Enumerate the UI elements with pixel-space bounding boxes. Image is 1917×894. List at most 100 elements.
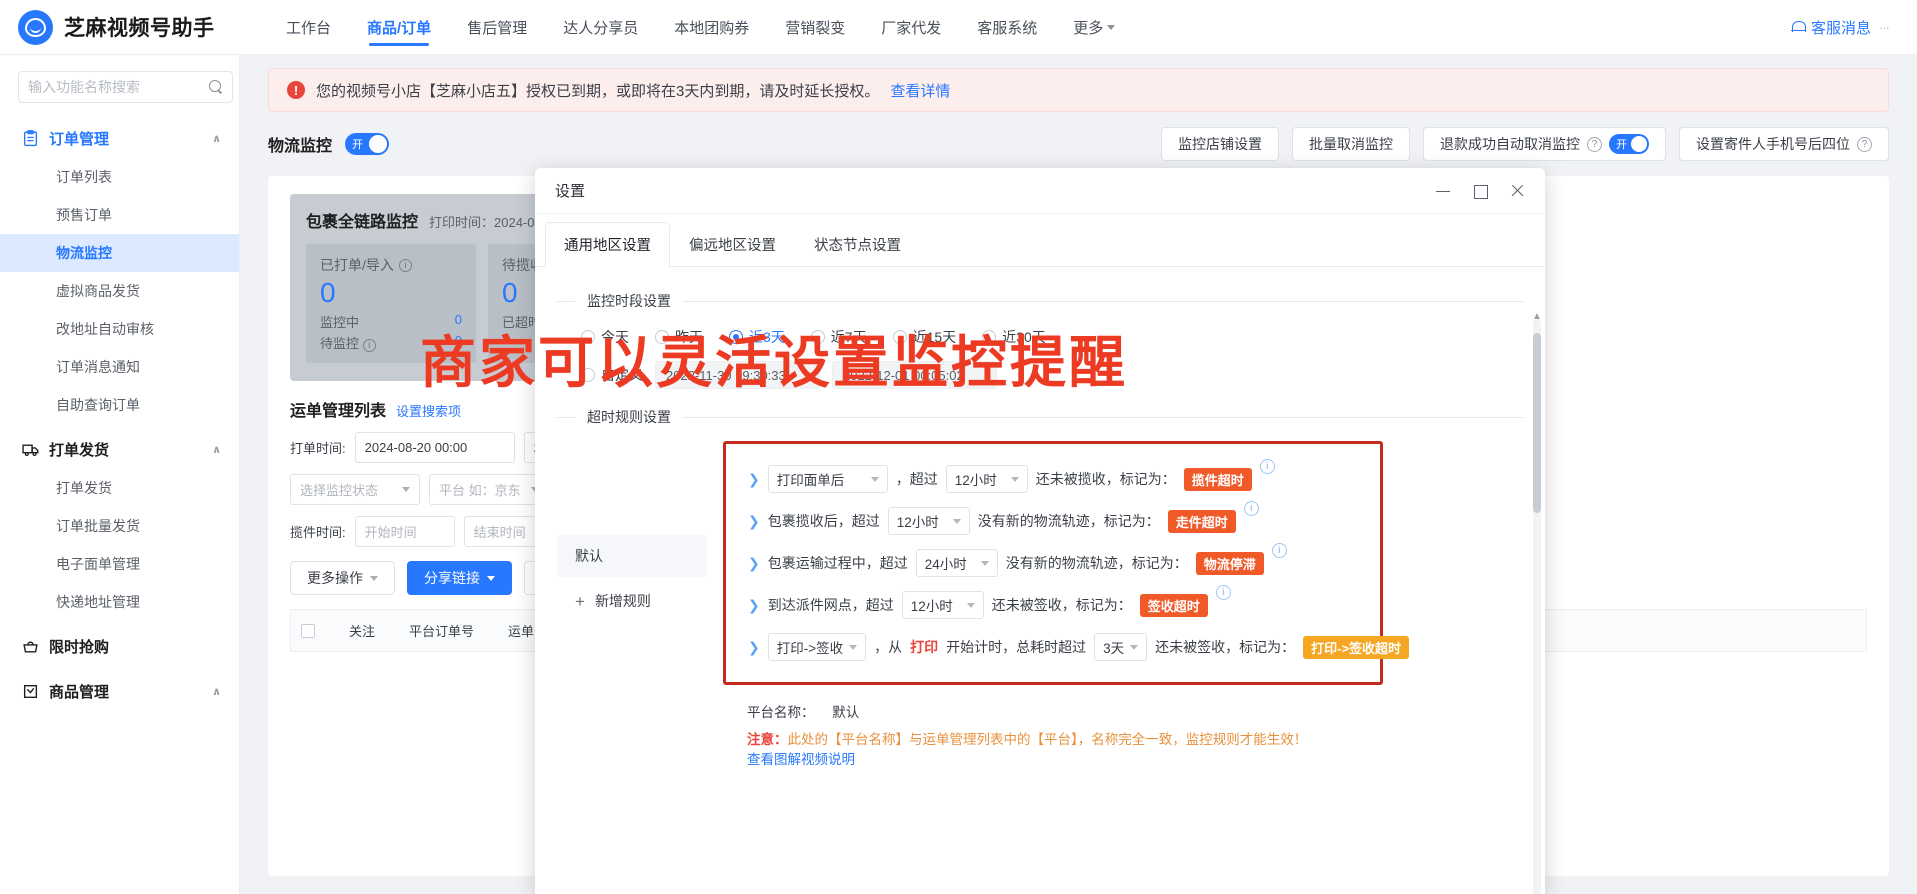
sidebar-group-header-flashsale[interactable]: 限时抢购 xyxy=(0,627,239,666)
info-icon-rule-4[interactable]: i xyxy=(1215,585,1231,600)
info-icon-2[interactable]: i xyxy=(362,338,376,352)
rule-3-duration-select[interactable]: 24小时 xyxy=(915,549,998,577)
sidebar-group-header-products[interactable]: 商品管理 ∧ xyxy=(0,672,239,711)
modal-scrollbar[interactable] xyxy=(1533,319,1541,894)
rule-1-event-select[interactable]: 打印面单后 xyxy=(767,465,888,493)
help-icon[interactable]: ? xyxy=(1587,136,1602,152)
rule-5-text-before2: 开始计时，总耗时超过 xyxy=(946,639,1087,655)
help-icon-2[interactable]: ? xyxy=(1857,136,1872,152)
sidebar-group-header-orders[interactable]: 订单管理 ∧ xyxy=(0,119,239,158)
info-icon-rule-1[interactable]: i xyxy=(1259,459,1275,474)
chevron-right-icon-2[interactable]: ❯ xyxy=(748,513,760,530)
brand[interactable]: 芝麻视频号助手 xyxy=(0,9,240,45)
topnav-item-dropshipping[interactable]: 厂家代发 xyxy=(881,0,941,55)
rule-5-duration-value: 3天 xyxy=(1103,641,1125,656)
sidebar-group-label-shipping: 打单发货 xyxy=(49,442,110,459)
search-icon[interactable] xyxy=(209,80,223,94)
radio-last-30-days[interactable]: 近30天 xyxy=(982,327,1046,347)
sender-phone-suffix-button[interactable]: 设置寄件人手机号后四位 ? xyxy=(1679,127,1889,161)
add-rule-label: 新增规则 xyxy=(594,593,651,609)
topnav-item-products-orders[interactable]: 商品/订单 xyxy=(367,0,431,55)
sidebar-item-express-address[interactable]: 快递地址管理 xyxy=(0,583,239,621)
modal-scrollbar-thumb[interactable] xyxy=(1533,333,1541,513)
rule-row-2: ❯ 包裹揽收后，超过 12小时 没有新的物流轨迹，标记为： 走件超时 i xyxy=(748,500,1368,542)
rules-sidebar: 默认 + 新增规则 xyxy=(557,535,707,611)
sidebar-item-logistics-monitor[interactable]: 物流监控 xyxy=(0,234,239,272)
radio-today[interactable]: 今天 xyxy=(581,327,629,347)
app-root: 芝麻视频号助手 工作台 商品/订单 售后管理 达人分享员 本地团购券 营销裂变 … xyxy=(0,0,1917,894)
radio-yesterday[interactable]: 昨天 xyxy=(655,327,703,347)
search-input[interactable] xyxy=(28,79,209,95)
rule-3-duration-value: 24小时 xyxy=(924,557,967,572)
info-icon[interactable]: i xyxy=(398,258,412,272)
package-monitor-title: 包裹全链路监控 xyxy=(306,214,419,231)
close-icon[interactable] xyxy=(1509,183,1525,199)
video-guide-link[interactable]: 查看图解视频说明 xyxy=(747,748,1523,768)
tab-status-node[interactable]: 状态节点设置 xyxy=(795,222,920,266)
custom-start-datetime[interactable]: 2022-11-30 19:30:33 xyxy=(655,361,820,389)
radio-last-7-days[interactable]: 近7天 xyxy=(810,327,867,347)
rule-5-event-select[interactable]: 打印->签收 xyxy=(767,633,867,661)
sidebar-item-address-auto-review[interactable]: 改地址自动审核 xyxy=(0,310,239,348)
sidebar-item-virtual-shipping[interactable]: 虚拟商品发货 xyxy=(0,272,239,310)
sidebar-item-ewaybill-management[interactable]: 电子面单管理 xyxy=(0,545,239,583)
modal-body: 监控时段设置 今天 昨天 近3天 近7天 近15天 近30天 自定义 2022-… xyxy=(535,267,1545,894)
rule-4-duration-select[interactable]: 12小时 xyxy=(901,591,984,619)
monitor-status-select[interactable]: 选择监控状态 xyxy=(290,474,420,505)
stat-key-monitoring: 监控中 xyxy=(320,315,360,330)
sidebar-item-order-notifications[interactable]: 订单消息通知 xyxy=(0,348,239,386)
pickup-start-input[interactable]: 开始时间 xyxy=(354,516,455,547)
topnav-item-customer-service[interactable]: 客服系统 xyxy=(977,0,1037,55)
add-rule-button[interactable]: + 新增规则 xyxy=(557,577,707,611)
topnav-item-aftersales[interactable]: 售后管理 xyxy=(467,0,527,55)
radio-dot-yesterday xyxy=(655,330,669,344)
chevron-right-icon-1[interactable]: ❯ xyxy=(748,471,760,488)
info-icon-rule-3[interactable]: i xyxy=(1271,543,1287,558)
more-operations-button[interactable]: 更多操作 xyxy=(290,561,395,595)
rule-2-duration-select[interactable]: 12小时 xyxy=(887,507,970,535)
share-link-button[interactable]: 分享链接 xyxy=(407,561,512,595)
topnav-item-influencer[interactable]: 达人分享员 xyxy=(563,0,638,55)
tab-remote-region[interactable]: 偏远地区设置 xyxy=(670,222,795,266)
batch-cancel-monitor-button[interactable]: 批量取消监控 xyxy=(1292,127,1410,161)
rule-1-duration-select[interactable]: 12小时 xyxy=(945,465,1028,493)
radio-last-3-days[interactable]: 近3天 xyxy=(729,327,785,347)
logistics-monitor-toggle[interactable]: 开 xyxy=(345,133,390,155)
platform-select[interactable]: 平台 如：京东 xyxy=(429,474,549,505)
alert-detail-link[interactable]: 查看详情 xyxy=(890,80,950,101)
chevron-right-icon-3[interactable]: ❯ xyxy=(748,555,760,572)
print-time-start-input[interactable]: 2024-08-20 00:00 xyxy=(354,432,515,463)
sidebar-item-print-ship[interactable]: 打单发货 xyxy=(0,469,239,507)
radio-dot-last-7-days xyxy=(810,330,825,344)
radio-custom[interactable]: 自定义 xyxy=(581,365,643,385)
sidebar-item-order-list[interactable]: 订单列表 xyxy=(0,158,239,196)
refund-auto-cancel-monitor-button[interactable]: 退款成功自动取消监控 ? 开 xyxy=(1423,127,1666,161)
scroll-up-arrow-icon[interactable]: ▲ xyxy=(1531,311,1543,323)
custom-end-datetime[interactable]: 2022-12-01 00:05:02 xyxy=(832,361,997,389)
info-icon-rule-2[interactable]: i xyxy=(1243,501,1259,516)
chevron-right-icon-5[interactable]: ❯ xyxy=(748,639,760,656)
rule-5-duration-select[interactable]: 3天 xyxy=(1094,633,1148,661)
radio-last-15-days[interactable]: 近15天 xyxy=(892,327,956,347)
monitor-shop-settings-button[interactable]: 监控店铺设置 xyxy=(1161,127,1279,161)
minimize-icon[interactable] xyxy=(1435,183,1451,199)
select-all-checkbox[interactable] xyxy=(301,623,315,638)
sidebar-item-self-query-orders[interactable]: 自助查询订单 xyxy=(0,386,239,424)
sidebar-item-presale-orders[interactable]: 预售订单 xyxy=(0,196,239,234)
custom-date-row: 自定义 2022-11-30 19:30:33 2022-12-01 00:05… xyxy=(581,361,1523,389)
sidebar-group-header-shipping[interactable]: 打单发货 ∧ xyxy=(0,430,239,469)
maximize-icon[interactable] xyxy=(1472,183,1488,199)
search-box[interactable] xyxy=(18,71,233,103)
topnav-item-local-coupon[interactable]: 本地团购券 xyxy=(674,0,749,55)
rule-group-default[interactable]: 默认 xyxy=(557,535,707,577)
tab-general-region[interactable]: 通用地区设置 xyxy=(545,222,670,267)
customer-service-message-button[interactable]: 客服消息 xyxy=(1790,17,1871,38)
sidebar-item-batch-ship[interactable]: 订单批量发货 xyxy=(0,507,239,545)
configure-search-fields-link[interactable]: 设置搜索项 xyxy=(396,401,461,420)
chevron-right-icon-4[interactable]: ❯ xyxy=(748,597,760,614)
topnav-item-workbench[interactable]: 工作台 xyxy=(286,0,331,55)
topnav-item-more[interactable]: 更多 xyxy=(1073,0,1116,55)
topnav-item-marketing[interactable]: 营销裂变 xyxy=(785,0,845,55)
refund-auto-cancel-toggle[interactable]: 开 xyxy=(1609,134,1649,154)
monitor-time-legend: 监控时段设置 xyxy=(557,291,1523,311)
